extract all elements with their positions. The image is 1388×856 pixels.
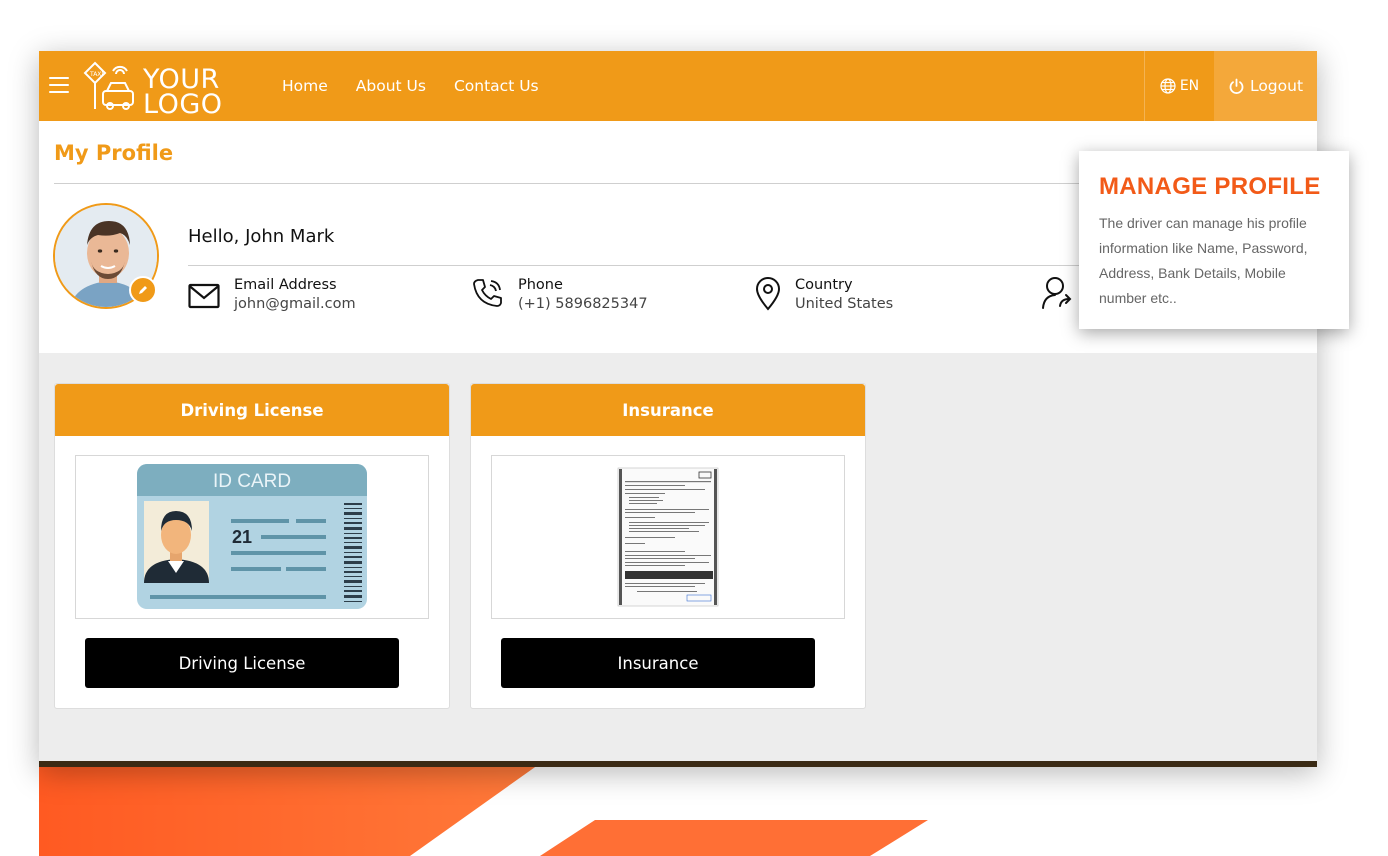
pencil-icon	[139, 286, 147, 294]
email-value: john@gmail.com	[234, 296, 356, 312]
email-info: Email Address john@gmail.com	[188, 277, 356, 312]
top-navbar: TAXI YOUR LOGO Home About Us Contact Us	[39, 51, 1317, 121]
logout-button[interactable]: Logout	[1214, 51, 1317, 121]
driving-license-button[interactable]: Driving License	[85, 638, 399, 688]
phone-label: Phone	[518, 277, 563, 293]
country-info: Country United States	[755, 277, 893, 312]
id-card-image[interactable]: ID CARD 21	[75, 455, 429, 619]
phone-value: (+1) 5896825347	[518, 296, 648, 312]
callout-text: The driver can manage his profile inform…	[1099, 215, 1308, 306]
language-selector[interactable]: EN	[1144, 51, 1214, 121]
phone-info: Phone (+1) 5896825347	[472, 277, 648, 312]
logo-text: YOUR LOGO	[143, 66, 223, 120]
taxi-logo-icon: TAXI	[83, 61, 134, 110]
card-title: Driving License	[55, 384, 449, 436]
nav-about-us[interactable]: About Us	[356, 77, 426, 95]
insurance-button[interactable]: Insurance	[501, 638, 815, 688]
phone-icon	[473, 279, 502, 307]
email-label: Email Address	[234, 277, 337, 293]
insurance-document-image[interactable]	[491, 455, 845, 619]
user-share-icon[interactable]	[1040, 275, 1076, 311]
svg-text:TAXI: TAXI	[89, 71, 103, 78]
main-nav: Home About Us Contact Us	[282, 51, 539, 121]
location-pin-icon	[755, 277, 781, 311]
logo[interactable]: TAXI YOUR LOGO	[83, 59, 233, 118]
globe-icon	[1160, 78, 1176, 94]
id-card-illustration: ID CARD 21	[137, 464, 367, 609]
document-thumbnail	[617, 467, 719, 607]
greeting: Hello, John Mark	[188, 226, 335, 247]
callout-title: MANAGE PROFILE	[1099, 173, 1321, 200]
manage-profile-callout: MANAGE PROFILE The driver can manage his…	[1079, 151, 1349, 329]
profile-share-info	[1040, 275, 1076, 311]
insurance-card: Insurance Insurance	[470, 383, 866, 709]
language-label: EN	[1179, 78, 1200, 94]
page-title: My Profile	[54, 141, 174, 165]
power-icon	[1229, 78, 1244, 94]
country-label: Country	[795, 277, 853, 293]
hamburger-menu-icon[interactable]	[49, 77, 69, 93]
mail-icon	[188, 283, 220, 309]
logo-line-2: LOGO	[143, 89, 223, 120]
nav-home[interactable]: Home	[282, 77, 328, 95]
country-value: United States	[795, 296, 894, 312]
stage: TAXI YOUR LOGO Home About Us Contact Us	[0, 0, 1388, 856]
driving-license-card: Driving License ID CARD 21 Driving Licen…	[54, 383, 450, 709]
nav-contact-us[interactable]: Contact Us	[454, 77, 539, 95]
edit-avatar-button[interactable]	[129, 276, 157, 304]
id-card-label: ID CARD	[213, 471, 291, 492]
footer-bar	[39, 761, 1317, 767]
card-title: Insurance	[471, 384, 865, 436]
id-card-number: 21	[232, 527, 252, 547]
logout-label: Logout	[1249, 77, 1304, 95]
